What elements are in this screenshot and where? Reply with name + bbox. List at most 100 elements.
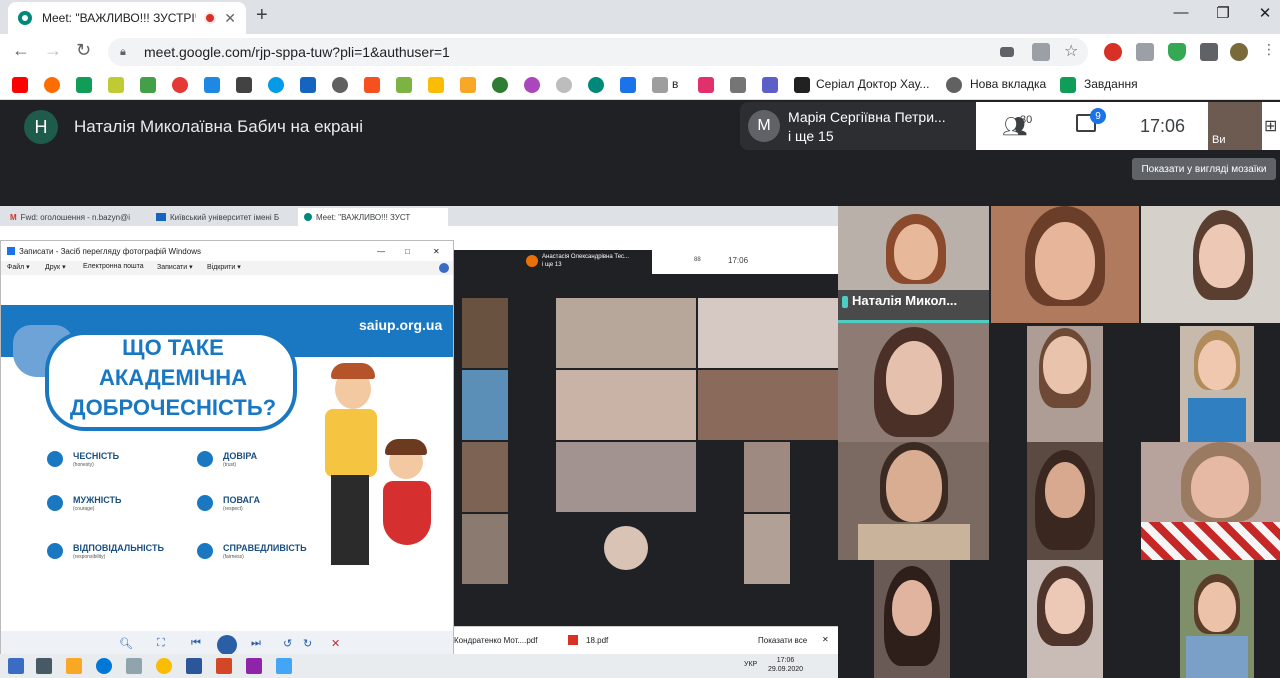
show-all-downloads: Показати все — [758, 636, 808, 645]
new-tab-button[interactable]: + — [256, 4, 268, 27]
virtue-dot-icon — [197, 451, 213, 467]
virtue-sub: (courage) — [73, 506, 95, 512]
virtue-sub: (fairness) — [223, 554, 244, 560]
inner-speaker-chip: Анастасія Олександрівна Тес... і ще 13 — [520, 250, 650, 274]
inner-video-tile — [462, 370, 508, 440]
forward-button[interactable]: → — [44, 40, 62, 61]
boy-hair — [331, 363, 375, 379]
bookmark-icon[interactable] — [396, 77, 412, 93]
bookmark-icon[interactable] — [204, 77, 220, 93]
reload-button[interactable]: ↻ — [76, 40, 91, 61]
windows-taskbar: УКР 17:06 29.09.2020 — [0, 654, 838, 678]
photos-icon — [276, 658, 292, 674]
bookmark-icon[interactable] — [140, 77, 156, 93]
academic-integrity-poster: saiup.org.ua ЩО ТАКЕ АКАДЕМІЧНА ДОБРОЧЕС… — [1, 305, 453, 631]
bookmark-icon[interactable] — [364, 77, 380, 93]
help-icon — [439, 263, 449, 273]
inner-video-tile — [556, 370, 696, 440]
meet-favicon-icon — [18, 11, 32, 25]
adblock-icon[interactable] — [1104, 43, 1122, 61]
shield-icon[interactable] — [1168, 43, 1186, 61]
bookmark-icon[interactable] — [172, 77, 188, 93]
bookmark-icon[interactable] — [236, 77, 252, 93]
inner-meet-view: Анастасія Олександрівна Тес... і ще 13 8… — [454, 226, 838, 626]
bookmark-label[interactable]: в — [672, 77, 678, 91]
previous-icon: ⏮ — [191, 637, 201, 649]
address-bar[interactable]: 🔒︎ meet.google.com/rjp-sppa-tuw?pli=1&au… — [108, 38, 1088, 66]
bookmark-icon[interactable] — [44, 77, 60, 93]
extensions-puzzle-icon[interactable] — [1200, 43, 1218, 61]
virtue-label: МУЖНІСТЬ — [73, 495, 122, 505]
participant-tile[interactable] — [1027, 326, 1103, 442]
youtube-bookmark-icon[interactable] — [12, 77, 28, 93]
teams-icon[interactable] — [762, 77, 778, 93]
profile-avatar[interactable] — [1230, 43, 1248, 61]
powerpoint-icon — [216, 658, 232, 674]
participant-tile[interactable] — [874, 560, 950, 678]
speaker-name: Марія Сергіївна Петри... — [788, 109, 946, 125]
rotate-right-icon: ↻ — [303, 638, 313, 650]
bookmark-icon[interactable] — [108, 77, 124, 93]
translate-icon[interactable] — [1032, 43, 1050, 61]
inner-video-tile — [556, 298, 696, 368]
browser-toolbar: ← → ↻ 🔒︎ meet.google.com/rjp-sppa-tuw?pl… — [0, 34, 1280, 70]
tab-title: Meet: "ВАЖЛИВО!!! ЗУСТРІЧ — [42, 11, 197, 25]
bookmark-icon[interactable] — [620, 77, 636, 93]
word-icon — [186, 658, 202, 674]
back-button[interactable]: ← — [12, 40, 30, 61]
globe-icon[interactable] — [332, 77, 348, 93]
participant-tile[interactable] — [838, 442, 989, 560]
close-window-button[interactable]: ✕ — [1250, 4, 1280, 22]
bookmark-icon[interactable] — [652, 77, 668, 93]
inner-video-tile — [698, 298, 838, 368]
bookmark-icon[interactable] — [460, 77, 476, 93]
bookmark-assignments[interactable]: Завдання — [1084, 77, 1138, 91]
tile-layout-icon[interactable]: ⊞ — [1264, 116, 1277, 136]
menu-kebab-icon[interactable]: ⋮ — [1262, 41, 1280, 59]
browser-tab-meet[interactable]: Meet: "ВАЖЛИВО!!! ЗУСТРІЧ ✕ — [8, 2, 246, 34]
bookmark-icon[interactable] — [268, 77, 284, 93]
meet-controls-panel: 👥︎ 30 9 17:06 Ви ⊞ — [976, 102, 1280, 150]
participant-tile[interactable] — [1180, 326, 1254, 442]
tab-close-icon[interactable]: ✕ — [224, 10, 236, 27]
viewer-menu-item: Друк ▾ — [45, 264, 66, 271]
bookmark-icon[interactable] — [556, 77, 572, 93]
meet-bookmark-icon[interactable] — [588, 77, 604, 93]
film-icon[interactable] — [794, 77, 810, 93]
edge-icon — [96, 658, 112, 674]
poster-headline: ЩО ТАКЕ АКАДЕМІЧНА ДОБРОЧЕСНІСТЬ? — [69, 335, 277, 420]
inner-video-tile — [698, 370, 838, 440]
participant-tile[interactable] — [1027, 442, 1103, 560]
camera-icon[interactable] — [1000, 47, 1014, 57]
participant-tile[interactable] — [1141, 442, 1280, 560]
bookmark-icon[interactable] — [300, 77, 316, 93]
instagram-icon[interactable] — [698, 77, 714, 93]
zoom-icon: 🔍︎ — [119, 638, 133, 650]
globe-icon[interactable] — [946, 77, 962, 93]
bookmark-doctor-who[interactable]: Серіал Доктор Хау... — [816, 77, 929, 91]
bookmark-icon[interactable] — [730, 77, 746, 93]
participant-tile[interactable] — [838, 323, 989, 442]
bookmark-icon[interactable] — [76, 77, 92, 93]
minimize-button[interactable]: — — [1166, 4, 1196, 21]
google-drive-icon[interactable] — [428, 77, 444, 93]
active-speakers-chip[interactable]: М Марія Сергіївна Петри... і ще 15 — [740, 102, 976, 150]
maximize-button[interactable]: ❐ — [1208, 4, 1238, 22]
download-item: 18.pdf — [586, 636, 609, 645]
layout-tooltip: Показати у вигляді мозаїки — [1132, 158, 1276, 180]
participant-tile[interactable] — [1141, 206, 1280, 323]
bookmark-new-tab[interactable]: Нова вкладка — [970, 77, 1046, 91]
inner-avatar — [526, 255, 538, 267]
participant-tile[interactable] — [1180, 560, 1254, 678]
slideshow-button — [217, 635, 237, 655]
pdf-icon — [568, 635, 578, 645]
shared-tab-active: Meet: "ВАЖЛИВО!!! ЗУСТ — [298, 208, 448, 226]
participant-tile[interactable] — [991, 206, 1139, 323]
participant-tile[interactable] — [1027, 560, 1103, 678]
bookmark-icon[interactable] — [492, 77, 508, 93]
bookmark-star-icon[interactable]: ☆ — [1064, 41, 1082, 60]
classroom-icon[interactable] — [1060, 77, 1076, 93]
extension-icon[interactable] — [1136, 43, 1154, 61]
active-speaker-indicator — [838, 320, 989, 323]
bookmark-icon[interactable] — [524, 77, 540, 93]
